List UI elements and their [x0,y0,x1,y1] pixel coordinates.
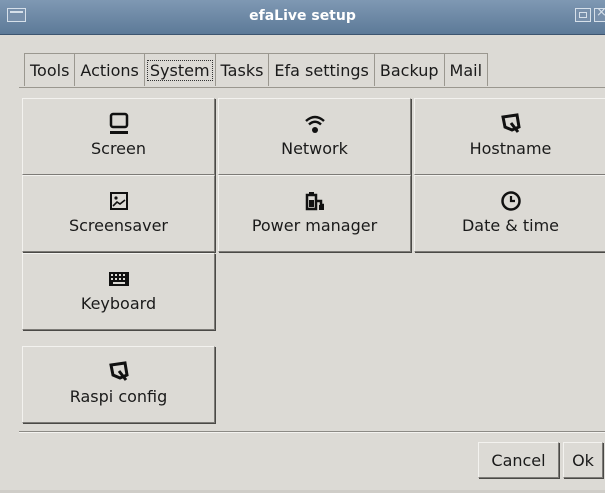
tab-label: Tasks [220,60,264,80]
tab-label: Backup [379,60,439,80]
tab-label: Mail [449,60,483,80]
clock-icon [499,188,523,214]
wifi-icon [303,111,327,137]
tab-label: Efa settings [274,60,369,80]
date-time-button[interactable]: Date & time [414,175,605,252]
power-manager-label: Power manager [251,216,378,235]
screensaver-button[interactable]: Screensaver [22,175,215,252]
image-icon [107,188,131,214]
battery-plug-icon [303,188,327,214]
network-label: Network [281,139,348,158]
tab-mail[interactable]: Mail [443,53,489,86]
tab-label: Tools [30,60,70,80]
separator [19,431,605,433]
tab-system[interactable]: System [143,53,216,86]
raspberry-icon [499,111,523,137]
keyboard-icon [107,266,131,292]
tab-tools[interactable]: Tools [24,53,76,86]
screensaver-label: Screensaver [68,216,169,235]
hostname-button[interactable]: Hostname [414,98,605,175]
raspi-config-label: Raspi config [69,387,168,406]
keyboard-label: Keyboard [80,294,157,313]
tab-efa-settings[interactable]: Efa settings [268,53,375,86]
window-title: efaLive setup [249,8,356,24]
power-manager-button[interactable]: Power manager [218,175,411,252]
tab-actions[interactable]: Actions [74,53,145,86]
screen-button[interactable]: Screen [22,98,215,175]
monitor-icon [107,111,131,137]
ok-button[interactable]: Ok [563,442,603,478]
tab-bar: Tools Actions System Tasks Efa settings … [24,53,489,87]
raspberry-icon [107,359,131,385]
tab-label: Actions [80,60,139,80]
system-panel: Screen Network Hostname Screensaver Powe… [19,87,605,433]
keyboard-button[interactable]: Keyboard [22,253,215,330]
close-icon[interactable] [594,5,605,22]
network-button[interactable]: Network [218,98,411,175]
tab-backup[interactable]: Backup [373,53,445,86]
tab-tasks[interactable]: Tasks [214,53,270,86]
maximize-icon[interactable] [575,8,591,22]
window-titlebar[interactable]: efaLive setup [0,0,605,35]
raspi-config-button[interactable]: Raspi config [22,346,215,423]
date-time-label: Date & time [461,216,560,235]
hostname-label: Hostname [469,139,552,158]
tab-label: System [146,59,213,81]
cancel-button[interactable]: Cancel [478,442,559,478]
screen-label: Screen [90,139,146,158]
